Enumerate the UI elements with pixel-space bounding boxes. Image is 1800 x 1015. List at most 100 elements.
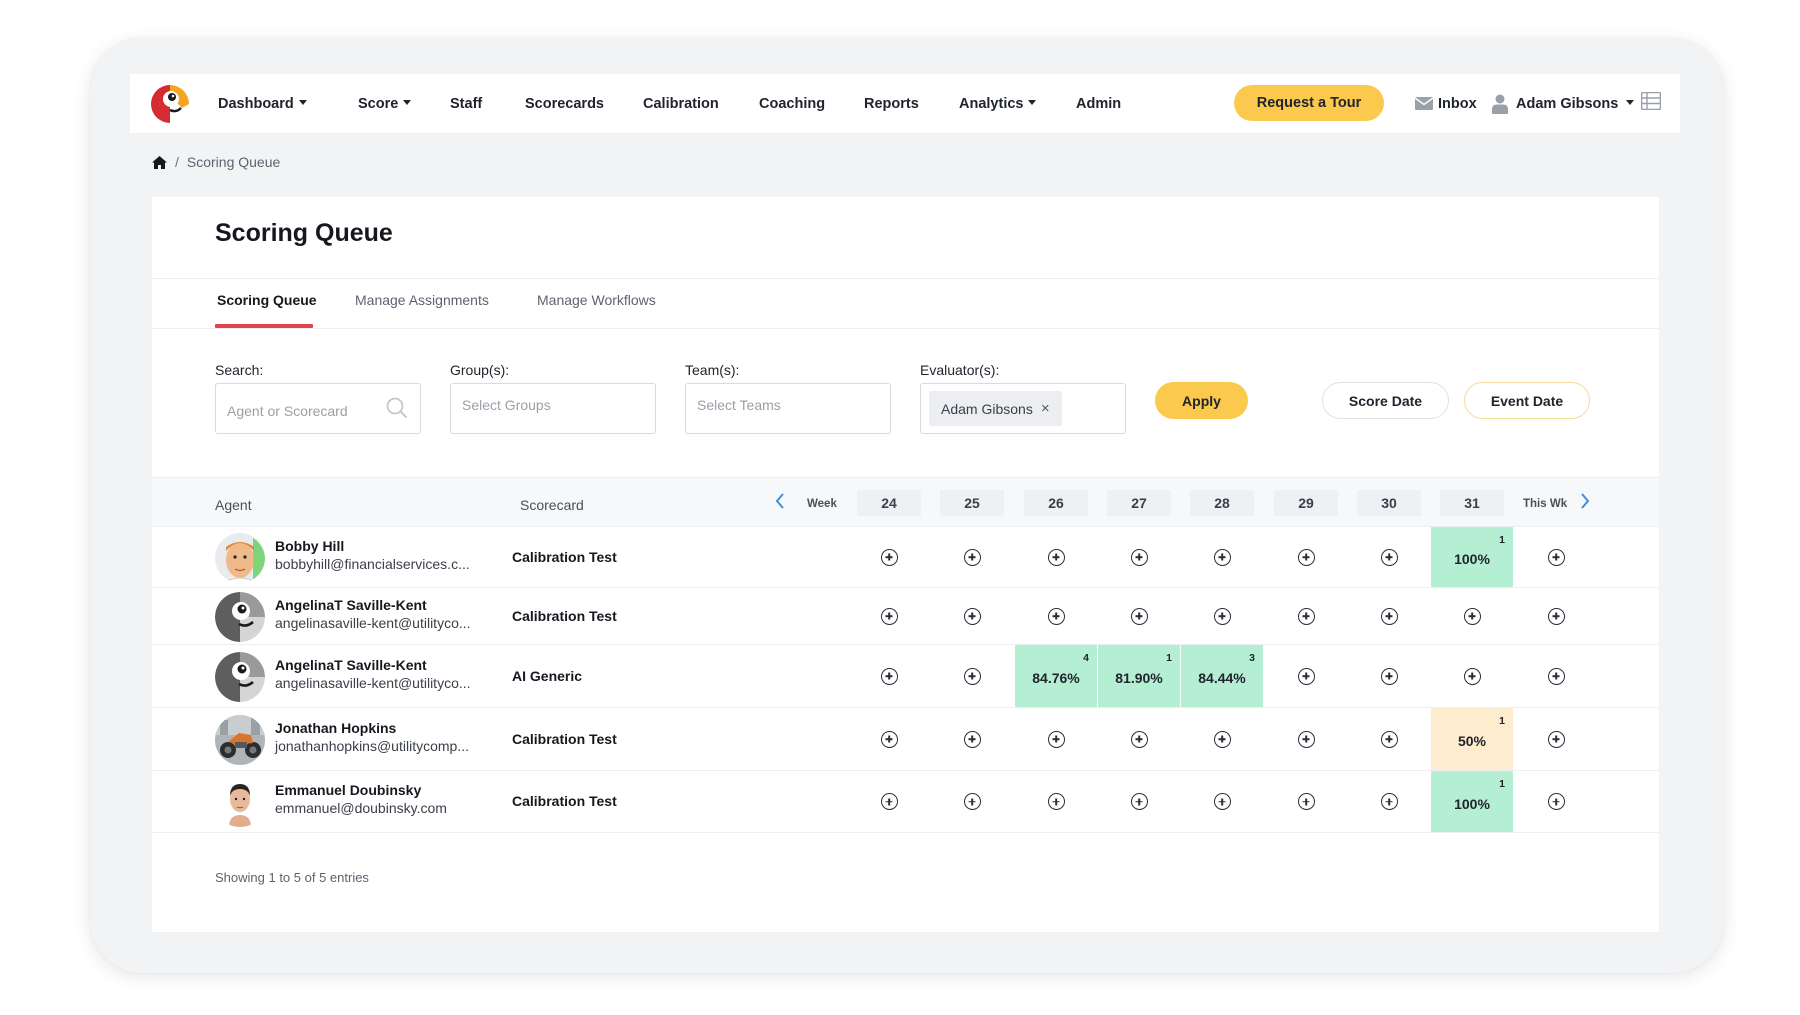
request-tour-button[interactable]: Request a Tour <box>1234 85 1384 121</box>
search-icon[interactable] <box>386 397 408 419</box>
add-evaluation-icon[interactable] <box>1463 667 1481 685</box>
nav-dashboard[interactable]: Dashboard <box>218 74 307 133</box>
add-evaluation-icon[interactable] <box>1297 667 1315 685</box>
score-cell[interactable]: 1 50% <box>1431 708 1513 770</box>
add-evaluation-icon[interactable] <box>1380 730 1398 748</box>
score-cell[interactable]: 4 84.76% <box>1015 645 1097 707</box>
add-evaluation-icon[interactable] <box>963 548 981 566</box>
nav-scorecards[interactable]: Scorecards <box>525 74 604 133</box>
add-evaluation-icon[interactable] <box>1047 793 1065 810</box>
add-evaluation-icon[interactable] <box>1130 730 1148 748</box>
nav-score[interactable]: Score <box>358 74 412 133</box>
agent-email: angelinasaville-kent@utilityco... <box>275 674 471 691</box>
add-evaluation-icon[interactable] <box>1297 607 1315 625</box>
agent-name[interactable]: Jonathan Hopkins <box>275 720 396 736</box>
groups-select[interactable]: Select Groups <box>450 383 656 434</box>
table-row[interactable]: Emmanuel Doubinsky emmanuel@doubinsky.com… <box>152 771 1659 833</box>
list-view-icon[interactable] <box>1641 92 1661 110</box>
search-input[interactable]: Agent or Scorecard <box>215 383 421 434</box>
apply-button[interactable]: Apply <box>1155 382 1248 419</box>
add-evaluation-icon[interactable] <box>963 793 981 810</box>
week-column-header[interactable]: 30 <box>1357 490 1421 516</box>
add-evaluation-icon[interactable] <box>963 730 981 748</box>
empty-score-cell <box>1515 527 1597 587</box>
agent-name[interactable]: AngelinaT Saville-Kent <box>275 597 427 613</box>
add-evaluation-icon[interactable] <box>880 548 898 566</box>
nav-reports[interactable]: Reports <box>864 74 919 133</box>
score-cell[interactable]: 1 81.90% <box>1098 645 1180 707</box>
week-column-header[interactable]: 24 <box>857 490 921 516</box>
table-row[interactable]: Bobby Hill bobbyhill@financialservices.c.… <box>152 527 1659 588</box>
add-evaluation-icon[interactable] <box>880 667 898 685</box>
score-cell[interactable]: 3 84.44% <box>1181 645 1263 707</box>
add-evaluation-icon[interactable] <box>1547 730 1565 748</box>
remove-chip-icon[interactable]: × <box>1041 400 1050 417</box>
add-evaluation-icon[interactable] <box>1297 548 1315 566</box>
caret-down-icon <box>1028 100 1037 105</box>
score-percent: 81.90% <box>1115 670 1163 686</box>
score-cell[interactable]: 1 100% <box>1431 527 1513 587</box>
table-row[interactable]: AngelinaT Saville-Kent angelinasaville-ke… <box>152 645 1659 708</box>
add-evaluation-icon[interactable] <box>1130 548 1148 566</box>
week-column-header[interactable]: 26 <box>1024 490 1088 516</box>
parrot-logo-icon[interactable] <box>148 82 192 126</box>
nav-calibration[interactable]: Calibration <box>643 74 719 133</box>
add-evaluation-icon[interactable] <box>880 730 898 748</box>
event-date-button[interactable]: Event Date <box>1464 382 1590 419</box>
home-icon[interactable] <box>152 155 167 169</box>
add-evaluation-icon[interactable] <box>1047 548 1065 566</box>
add-evaluation-icon[interactable] <box>1380 793 1398 810</box>
add-evaluation-icon[interactable] <box>1547 548 1565 566</box>
agent-name[interactable]: Bobby Hill <box>275 538 344 554</box>
week-column-header[interactable]: 28 <box>1190 490 1254 516</box>
score-date-button[interactable]: Score Date <box>1322 382 1449 419</box>
add-evaluation-icon[interactable] <box>1213 793 1231 810</box>
previous-week-chevron-icon[interactable] <box>775 493 785 509</box>
agent-name[interactable]: Emmanuel Doubinsky <box>275 782 421 798</box>
tab-manage-assignments[interactable]: Manage Assignments <box>355 292 489 308</box>
add-evaluation-icon[interactable] <box>1380 667 1398 685</box>
add-evaluation-icon[interactable] <box>963 607 981 625</box>
add-evaluation-icon[interactable] <box>963 667 981 685</box>
user-menu[interactable]: Adam Gibsons <box>1492 74 1635 133</box>
add-evaluation-icon[interactable] <box>1547 607 1565 625</box>
inbox-link[interactable]: Inbox <box>1415 74 1477 133</box>
score-cell[interactable]: 1 100% <box>1431 771 1513 832</box>
add-evaluation-icon[interactable] <box>1130 793 1148 810</box>
nav-staff[interactable]: Staff <box>450 74 482 133</box>
agent-name[interactable]: AngelinaT Saville-Kent <box>275 657 427 673</box>
add-evaluation-icon[interactable] <box>1380 548 1398 566</box>
week-column-header[interactable]: 29 <box>1274 490 1338 516</box>
add-evaluation-icon[interactable] <box>1547 793 1565 810</box>
add-evaluation-icon[interactable] <box>1547 667 1565 685</box>
add-evaluation-icon[interactable] <box>1213 548 1231 566</box>
add-evaluation-icon[interactable] <box>880 607 898 625</box>
add-evaluation-icon[interactable] <box>1463 607 1481 625</box>
week-column-header[interactable]: 31 <box>1440 490 1504 516</box>
add-evaluation-icon[interactable] <box>1380 607 1398 625</box>
add-evaluation-icon[interactable] <box>1297 730 1315 748</box>
add-evaluation-icon[interactable] <box>1213 730 1231 748</box>
agent-column-header[interactable]: Agent <box>215 497 252 513</box>
evaluators-select[interactable]: Adam Gibsons × <box>920 383 1126 434</box>
week-column-header[interactable]: 27 <box>1107 490 1171 516</box>
tab-scoring-queue[interactable]: Scoring Queue <box>217 292 317 308</box>
table-row[interactable]: Jonathan Hopkins jonathanhopkins@utilityc… <box>152 708 1659 771</box>
add-evaluation-icon[interactable] <box>1130 607 1148 625</box>
tab-manage-workflows[interactable]: Manage Workflows <box>537 292 656 308</box>
scorecard-column-header[interactable]: Scorecard <box>520 497 584 513</box>
add-evaluation-icon[interactable] <box>880 793 898 810</box>
week-column-header[interactable]: 25 <box>940 490 1004 516</box>
agent-avatar <box>215 651 265 702</box>
add-evaluation-icon[interactable] <box>1213 607 1231 625</box>
nav-admin[interactable]: Admin <box>1076 74 1121 133</box>
nav-coaching[interactable]: Coaching <box>759 74 825 133</box>
add-evaluation-icon[interactable] <box>1047 607 1065 625</box>
add-evaluation-icon[interactable] <box>1047 730 1065 748</box>
next-week-chevron-icon[interactable] <box>1580 493 1590 509</box>
nav-analytics[interactable]: Analytics <box>959 74 1037 133</box>
teams-select[interactable]: Select Teams <box>685 383 891 434</box>
table-row[interactable]: AngelinaT Saville-Kent angelinasaville-ke… <box>152 588 1659 645</box>
add-evaluation-icon[interactable] <box>1297 793 1315 810</box>
breadcrumb: / Scoring Queue <box>152 154 280 170</box>
